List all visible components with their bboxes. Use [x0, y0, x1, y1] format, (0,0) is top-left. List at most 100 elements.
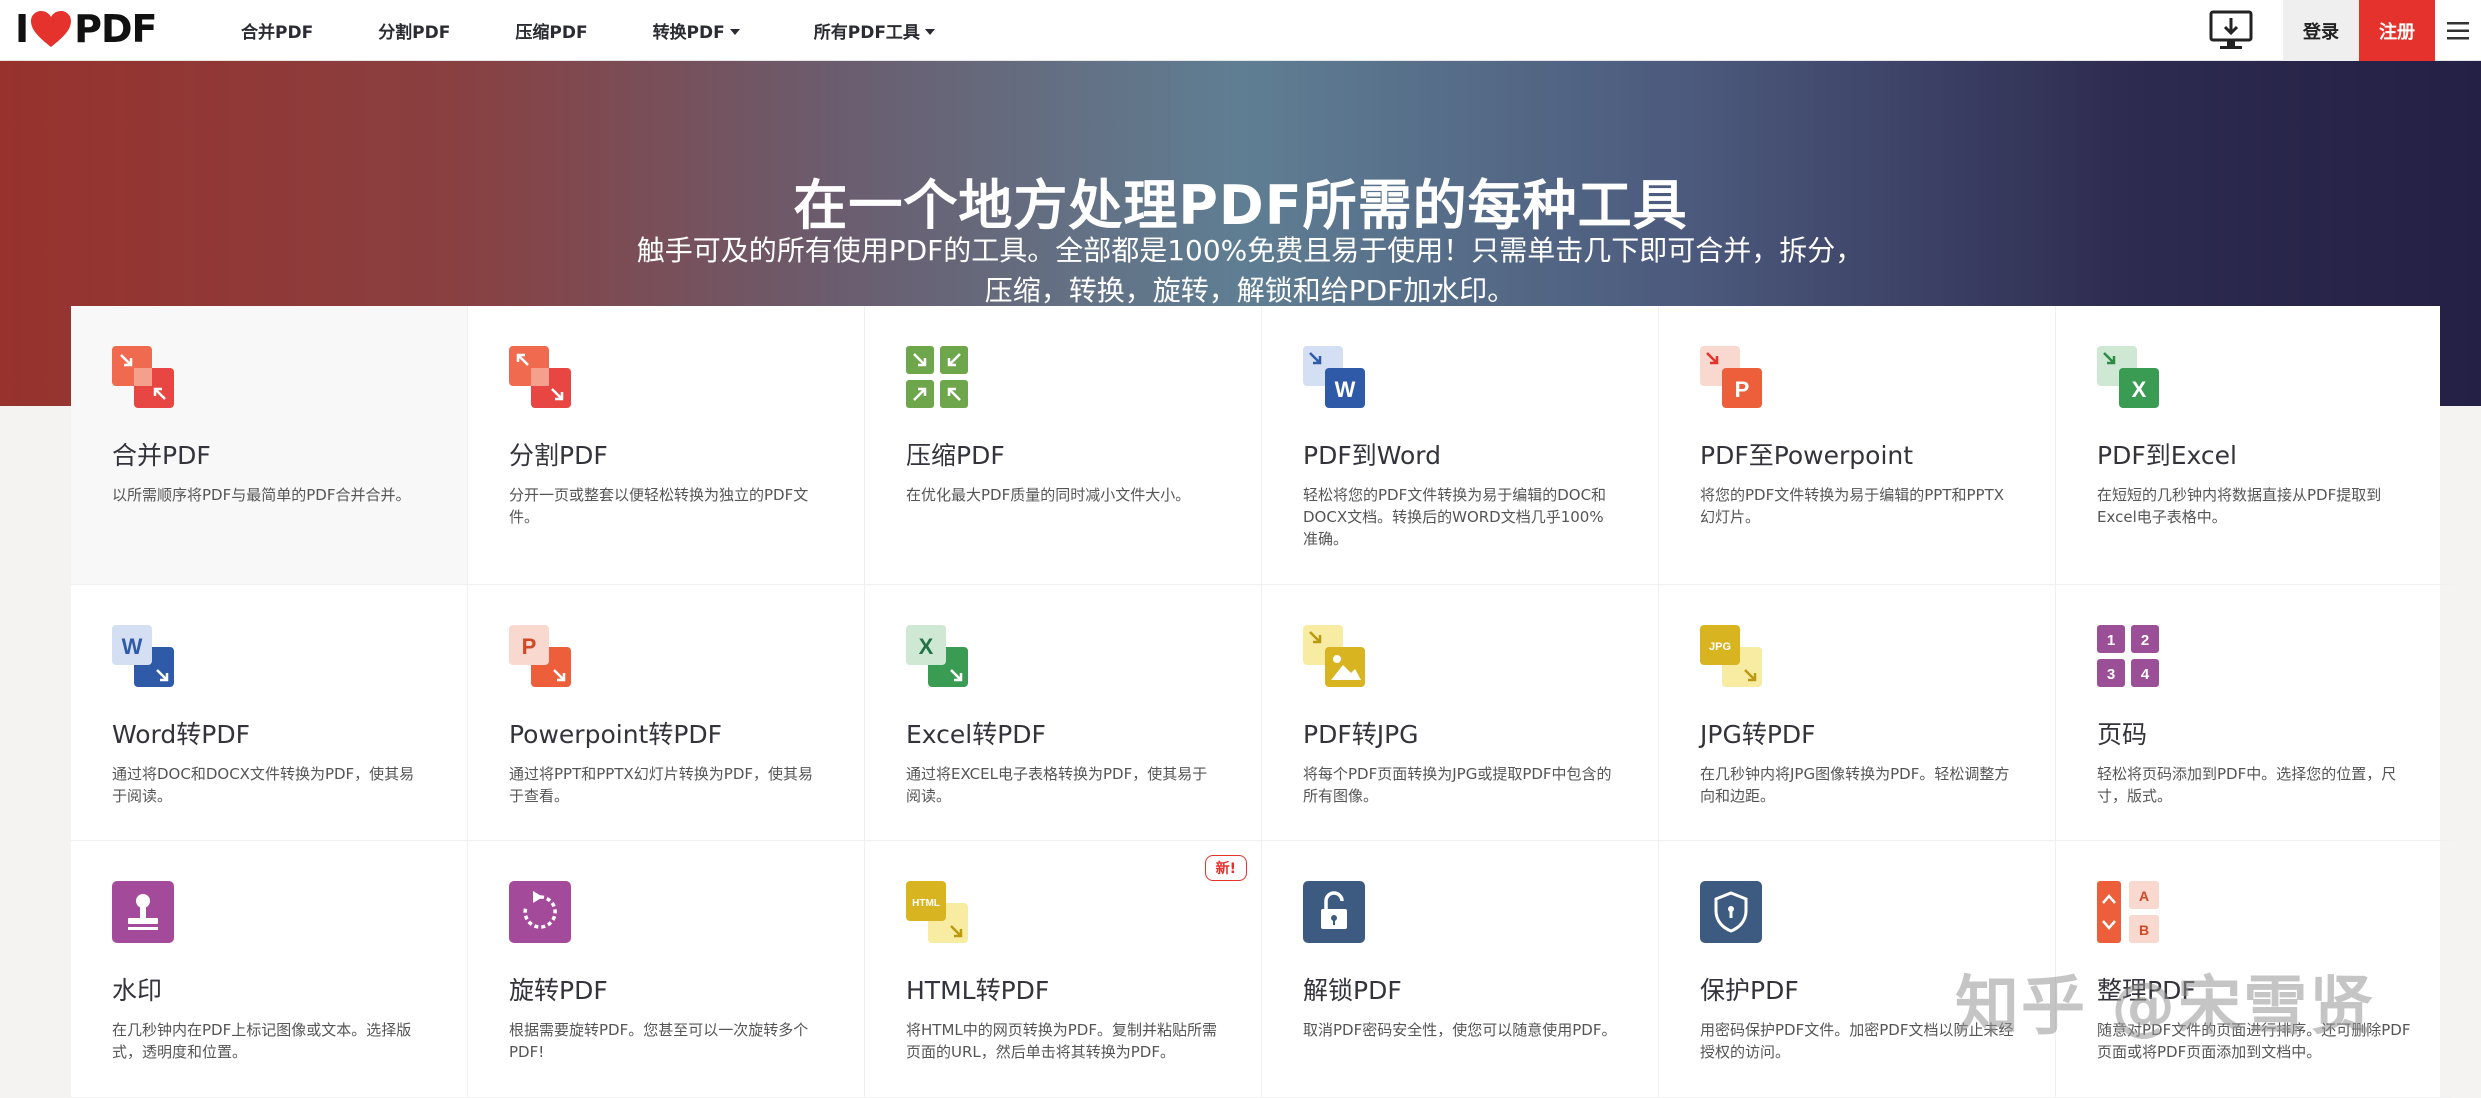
- svg-text:3: 3: [2107, 666, 2115, 683]
- tool-description: 通过将PPT和PPTX幻灯片转换为PDF，使其易于查看。: [509, 765, 814, 805]
- tool-card-pdf-to-word[interactable]: W PDF到Word 轻松将您的PDF文件转换为易于编辑的DOC和DOCX文档。…: [1262, 306, 1659, 585]
- tool-description: 分开一页或整套以便轻松转换为独立的PDF文件。: [509, 486, 809, 526]
- svg-text:W: W: [1335, 377, 1356, 402]
- tool-description: 轻松将页码添加到PDF中。选择您的位置，尺寸，版式。: [2097, 765, 2397, 805]
- new-badge: 新!: [1204, 855, 1247, 881]
- caret-down-icon: [924, 28, 935, 35]
- ilovepdf-logo[interactable]: I PDF: [15, 4, 158, 54]
- tool-title: 分割PDF: [509, 441, 608, 470]
- tool-card-unlock-pdf[interactable]: 解锁PDF 取消PDF密码安全性，使您可以随意使用PDF。: [1262, 841, 1659, 1098]
- top-navbar: I PDF 合并PDF 分割PDF 压缩PDF 转换PDF 所有PDF工具 登录…: [0, 0, 2481, 61]
- svg-text:HTML: HTML: [912, 898, 940, 909]
- hero-subtitle-line2: 压缩，转换，旋转，解锁和给PDF加水印。: [984, 274, 1516, 307]
- nav-label: 合并PDF: [241, 23, 314, 43]
- tool-title: HTML转PDF: [906, 976, 1050, 1005]
- tool-description: 将HTML中的网页转换为PDF。复制并粘贴所需页面的URL，然后单击将其转换为P…: [906, 1021, 1217, 1061]
- tool-description: 将您的PDF文件转换为易于编辑的PPT和PPTX幻灯片。: [1700, 486, 2005, 526]
- word-to-pdf-icon: W: [112, 625, 174, 687]
- tool-title: PDF至Powerpoint: [1700, 441, 1914, 470]
- tool-description: 取消PDF密码安全性，使您可以随意使用PDF。: [1303, 1021, 1617, 1039]
- login-button[interactable]: 登录: [2283, 0, 2359, 61]
- hero-subtitle: 触手可及的所有使用PDF的工具。全部都是100%免费且易于使用！只需单击几下即可…: [600, 231, 1900, 311]
- tool-description: 将每个PDF页面转换为JPG或提取PDF中包含的所有图像。: [1303, 765, 1612, 805]
- tool-description: 通过将DOC和DOCX文件转换为PDF，使其易于阅读。: [112, 765, 415, 805]
- page-numbers-icon: 1 2 3 4: [2097, 625, 2159, 687]
- tool-card-word-to-pdf[interactable]: W Word转PDF 通过将DOC和DOCX文件转换为PDF，使其易于阅读。: [71, 585, 468, 841]
- compress-icon: [906, 346, 968, 408]
- watermark-icon: [112, 881, 174, 943]
- pdf-to-excel-icon: X: [2097, 346, 2159, 408]
- tool-title: 页码: [2097, 720, 2148, 749]
- protect-icon: [1700, 881, 1762, 943]
- tool-title: 压缩PDF: [906, 441, 1005, 470]
- tool-title: JPG转PDF: [1700, 720, 1816, 749]
- tool-title: 合并PDF: [112, 441, 211, 470]
- tool-title: 水印: [112, 976, 163, 1005]
- hero-subtitle-line1: 触手可及的所有使用PDF的工具。全部都是100%免费且易于使用！只需单击几下即可…: [636, 234, 1864, 267]
- nav-all-tools-dropdown[interactable]: 所有PDF工具: [814, 18, 935, 43]
- tool-title: 旋转PDF: [509, 976, 608, 1005]
- caret-down-icon: [729, 28, 740, 35]
- nav-convert-pdf-dropdown[interactable]: 转换PDF: [653, 18, 740, 43]
- tool-card-page-numbers[interactable]: 1 2 3 4 页码 轻松将页码添加到PDF中。选择您的位置，尺寸，版式。: [2056, 585, 2452, 841]
- tool-card-pdf-to-excel[interactable]: X PDF到Excel 在短短的几秒钟内将数据直接从PDF提取到Excel电子表…: [2056, 306, 2452, 585]
- nav-compress-pdf[interactable]: 压缩PDF: [515, 18, 587, 43]
- tool-card-rotate-pdf[interactable]: 旋转PDF 根据需要旋转PDF。您甚至可以一次旋转多个PDF!: [468, 841, 865, 1098]
- tool-description: 在几秒钟内将JPG图像转换为PDF。轻松调整方向和边距。: [1700, 765, 2010, 805]
- tool-description: 根据需要旋转PDF。您甚至可以一次旋转多个PDF!: [509, 1021, 809, 1061]
- desktop-download-icon[interactable]: [2209, 9, 2253, 53]
- split-icon: [509, 346, 571, 408]
- tool-title: Word转PDF: [112, 720, 250, 749]
- top-right-actions: 登录 注册: [2209, 0, 2481, 61]
- svg-text:W: W: [122, 634, 143, 659]
- svg-text:B: B: [2139, 922, 2149, 938]
- tool-title: PDF转JPG: [1303, 720, 1419, 749]
- svg-text:A: A: [2139, 888, 2149, 904]
- tool-card-excel-to-pdf[interactable]: X Excel转PDF 通过将EXCEL电子表格转换为PDF，使其易于阅读。: [865, 585, 1262, 841]
- tool-title: PDF到Word: [1303, 441, 1441, 470]
- logo-text-pdf: PDF: [74, 7, 157, 51]
- tool-card-merge-pdf[interactable]: 合并PDF 以所需顺序将PDF与最简单的PDF合并合并。: [71, 306, 468, 585]
- tool-card-watermark[interactable]: 水印 在几秒钟内在PDF上标记图像或文本。选择版式，透明度和位置。: [71, 841, 468, 1098]
- nav-split-pdf[interactable]: 分割PDF: [378, 18, 450, 43]
- jpg-to-pdf-icon: JPG: [1700, 625, 1762, 687]
- tool-card-powerpoint-to-pdf[interactable]: P Powerpoint转PDF 通过将PPT和PPTX幻灯片转换为PDF，使其…: [468, 585, 865, 841]
- svg-text:1: 1: [2107, 632, 2115, 649]
- tool-card-compress-pdf[interactable]: 压缩PDF 在优化最大PDF质量的同时减小文件大小。: [865, 306, 1262, 585]
- tool-card-html-to-pdf[interactable]: 新! HTML HTML转PDF 将HTML中的网页转换为PDF。复制并粘贴所需…: [865, 841, 1262, 1098]
- hamburger-menu-icon[interactable]: [2435, 0, 2481, 61]
- merge-icon: [112, 346, 174, 408]
- tool-title: 解锁PDF: [1303, 976, 1402, 1005]
- pdf-to-word-icon: W: [1303, 346, 1365, 408]
- logo-text-i: I: [15, 7, 29, 51]
- nav-label: 转换PDF: [652, 23, 725, 43]
- signup-button[interactable]: 注册: [2359, 0, 2435, 61]
- svg-text:P: P: [1735, 377, 1750, 402]
- tool-description: 在优化最大PDF质量的同时减小文件大小。: [906, 486, 1191, 504]
- hero-title: 在一个地方处理PDF所需的每种工具: [793, 174, 1688, 237]
- svg-text:X: X: [2132, 377, 2147, 402]
- tool-title: PDF到Excel: [2097, 441, 2237, 470]
- pdf-to-powerpoint-icon: P: [1700, 346, 1762, 408]
- svg-text:JPG: JPG: [1709, 641, 1731, 653]
- tool-card-jpg-to-pdf[interactable]: JPG JPG转PDF 在几秒钟内将JPG图像转换为PDF。轻松调整方向和边距。: [1659, 585, 2056, 841]
- svg-text:X: X: [919, 634, 934, 659]
- nav-label: 压缩PDF: [515, 23, 588, 43]
- tool-description: 在几秒钟内在PDF上标记图像或文本。选择版式，透明度和位置。: [112, 1021, 412, 1061]
- organize-icon: A B: [2097, 881, 2159, 943]
- tool-title: Excel转PDF: [906, 720, 1046, 749]
- zhihu-watermark: 知乎 @宋雪贤: [1955, 970, 2376, 1044]
- rotate-icon: [509, 881, 571, 943]
- svg-text:P: P: [522, 634, 537, 659]
- nav-merge-pdf[interactable]: 合并PDF: [241, 18, 313, 43]
- tool-card-pdf-to-powerpoint[interactable]: P PDF至Powerpoint 将您的PDF文件转换为易于编辑的PPT和PPT…: [1659, 306, 2056, 585]
- nav-label: 所有PDF工具: [813, 23, 920, 43]
- svg-text:2: 2: [2141, 632, 2149, 649]
- tool-description: 轻松将您的PDF文件转换为易于编辑的DOC和DOCX文档。转换后的WORD文档几…: [1303, 486, 1607, 548]
- tool-card-split-pdf[interactable]: 分割PDF 分开一页或整套以便轻松转换为独立的PDF文件。: [468, 306, 865, 585]
- powerpoint-to-pdf-icon: P: [509, 625, 571, 687]
- tool-description: 在短短的几秒钟内将数据直接从PDF提取到Excel电子表格中。: [2097, 486, 2382, 526]
- unlock-icon: [1303, 881, 1365, 943]
- tool-card-pdf-to-jpg[interactable]: PDF转JPG 将每个PDF页面转换为JPG或提取PDF中包含的所有图像。: [1262, 585, 1659, 841]
- main-nav: 合并PDF 分割PDF 压缩PDF 转换PDF 所有PDF工具: [241, 0, 935, 61]
